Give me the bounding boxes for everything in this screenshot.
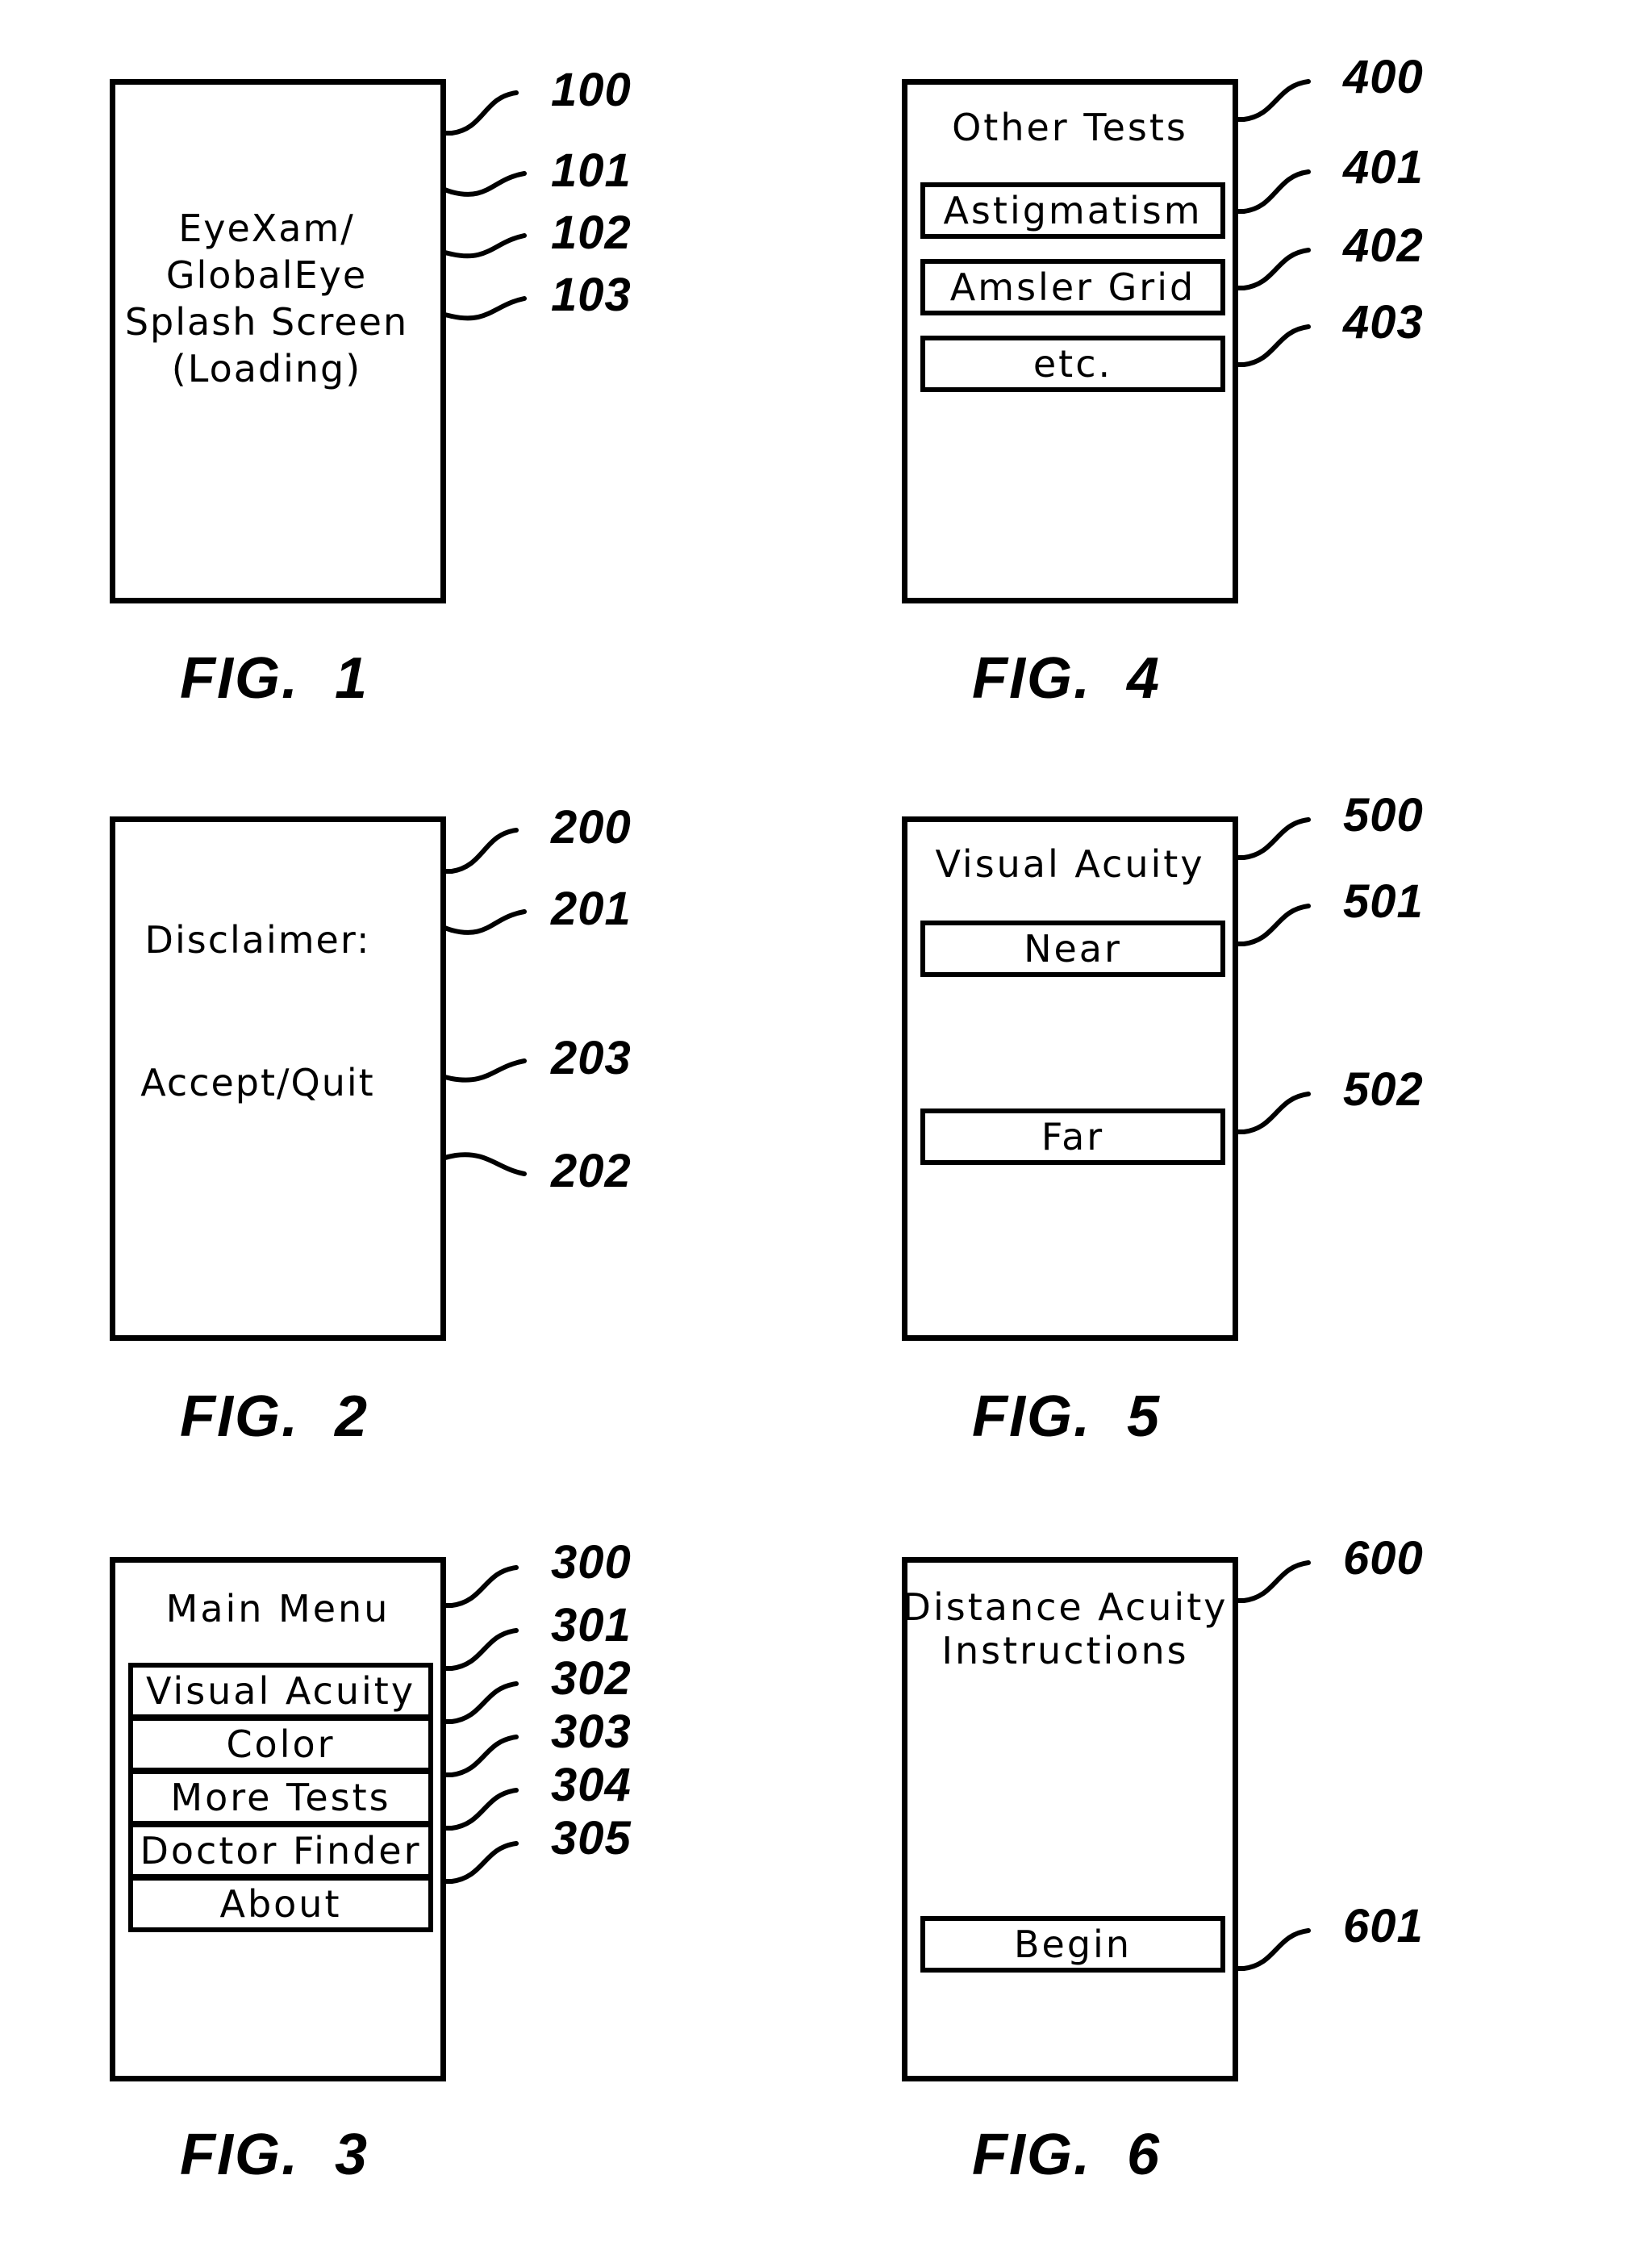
ref-numeral-305: 305 [551,1812,632,1864]
button-begin[interactable]: Begin [920,1916,1225,1973]
button-about[interactable]: About [128,1876,433,1932]
fig3-title: Main Menu [165,1587,390,1630]
fig6-caption: FIG. 6 [971,2123,1162,2187]
leader-curve-601 [1241,1928,1311,1971]
leader-curve-203-right [449,1058,527,1083]
fig4-screen-frame: Other Tests Astigmatism Amsler Grid etc. [902,79,1238,603]
patent-drawing-sheet: EyeXam/ GlobalEye Splash Screen (Loading… [0,0,1652,2242]
leader-curve-303 [449,1735,519,1777]
button-color[interactable]: Color [128,1716,433,1772]
leader-curve-600 [1241,1560,1311,1603]
button-far[interactable]: Far [920,1108,1225,1165]
leader-curve-101-right [449,171,527,197]
leader-curve-403 [1241,324,1311,367]
leader-curve-400 [1241,79,1311,122]
ref-numeral-303: 303 [551,1706,632,1758]
ref-numeral-402: 402 [1343,219,1424,272]
fig1-splash-text: EyeXam/ GlobalEye Splash Screen (Loading… [124,207,409,390]
ref-numeral-100: 100 [551,64,632,116]
fig5-caption: FIG. 5 [971,1384,1162,1449]
leader-curve-202-right [453,1152,527,1176]
leader-curve-502 [1241,1092,1311,1134]
ref-numeral-103: 103 [551,269,632,321]
fig5-title: Visual Acuity [935,842,1205,886]
fig1-screen-frame: EyeXam/ GlobalEye Splash Screen (Loading… [110,79,446,603]
button-visual-acuity[interactable]: Visual Acuity [128,1663,433,1719]
ref-numeral-302: 302 [551,1652,632,1705]
leader-curve-305 [449,1841,519,1884]
leader-curve-304 [449,1788,519,1831]
ref-numeral-501: 501 [1343,875,1424,928]
ref-numeral-403: 403 [1343,296,1424,349]
ref-numeral-202: 202 [551,1145,632,1197]
leader-curve-501 [1241,904,1311,946]
leader-curve-200 [449,828,519,874]
button-near[interactable]: Near [920,921,1225,977]
ref-numeral-102: 102 [551,207,632,259]
ref-numeral-601: 601 [1343,1900,1424,1952]
button-more-tests[interactable]: More Tests [128,1769,433,1826]
leader-curve-402 [1241,248,1311,290]
button-astigmatism[interactable]: Astigmatism [920,182,1225,239]
ref-numeral-600: 600 [1343,1532,1424,1584]
fig2-screen-frame: Disclaimer: Accept/Quit [110,816,446,1341]
fig3-caption: FIG. 3 [179,2123,369,2187]
ref-numeral-304: 304 [551,1759,632,1811]
ref-numeral-301: 301 [551,1599,632,1651]
fig5-screen-frame: Visual Acuity Near Far [902,816,1238,1341]
button-doctor-finder[interactable]: Doctor Finder [128,1822,433,1879]
leader-curve-103-right [449,296,527,321]
ref-numeral-101: 101 [551,144,632,197]
fig4-title: Other Tests [952,106,1188,149]
leader-curve-300 [449,1565,519,1608]
leader-curve-500 [1241,817,1311,860]
fig1-caption: FIG. 1 [179,646,369,711]
fig2-accept-quit-label[interactable]: Accept/Quit [99,1060,416,1107]
ref-numeral-500: 500 [1343,789,1424,841]
ref-numeral-201: 201 [551,883,632,935]
ref-numeral-502: 502 [1343,1063,1424,1116]
fig6-title: Distance Acuity Instructions [902,1585,1229,1673]
leader-curve-100 [449,90,519,136]
button-amsler-grid[interactable]: Amsler Grid [920,259,1225,315]
fig2-caption: FIG. 2 [179,1384,369,1449]
leader-curve-301 [449,1628,519,1671]
fig6-screen-frame: Distance Acuity Instructions Begin [902,1557,1238,2081]
button-etc[interactable]: etc. [920,336,1225,392]
ref-numeral-300: 300 [551,1536,632,1589]
fig4-caption: FIG. 4 [971,646,1162,711]
ref-numeral-203: 203 [551,1032,632,1084]
ref-numeral-200: 200 [551,801,632,854]
leader-curve-302 [449,1681,519,1724]
leader-curve-201-right [449,909,527,935]
ref-numeral-400: 400 [1343,51,1424,103]
leader-curve-102-right [449,233,527,259]
fig3-screen-frame: Main Menu Visual Acuity Color More Tests… [110,1557,446,2081]
fig2-disclaimer-label: Disclaimer: [144,918,371,962]
ref-numeral-401: 401 [1343,141,1424,194]
leader-curve-401 [1241,169,1311,214]
